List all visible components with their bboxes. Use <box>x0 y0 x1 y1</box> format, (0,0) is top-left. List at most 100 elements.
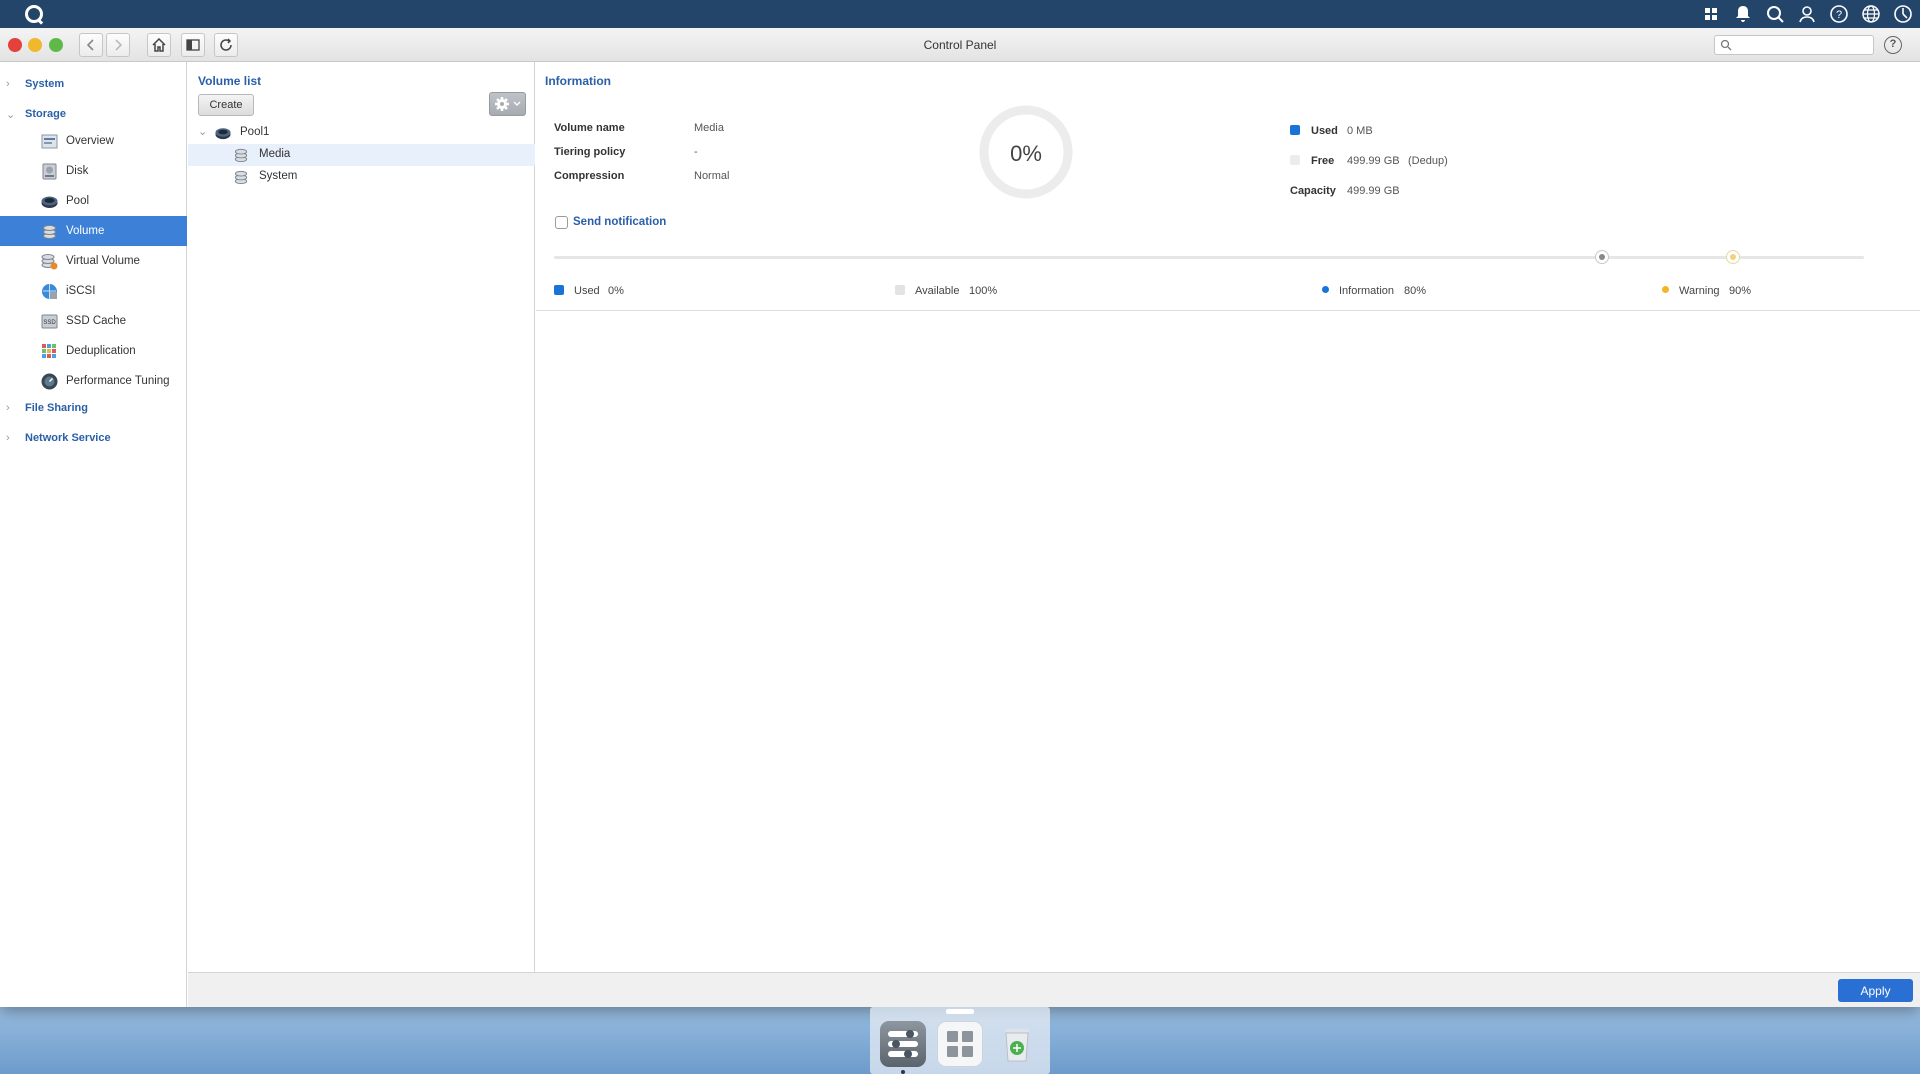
sidebar-section-label: Storage <box>25 108 66 120</box>
sidebar-item-ssd-cache[interactable]: SSD SSD Cache <box>0 306 187 336</box>
notification-bell-icon[interactable] <box>1732 3 1754 25</box>
chevron-down-icon[interactable]: ⌄ <box>198 125 207 138</box>
free-label: Free <box>1311 155 1335 167</box>
legend-information-dot <box>1322 286 1329 293</box>
dashboard-gauge-icon[interactable] <box>1892 3 1914 25</box>
tiering-policy-value: - <box>694 146 698 158</box>
sidebar-item-disk[interactable]: Disk <box>0 156 187 186</box>
virtual-volume-icon <box>41 254 58 270</box>
volume-list-panel: Volume list Create ⌄ Pool1 Media System <box>188 62 535 972</box>
sidebar-item-overview[interactable]: Overview <box>0 126 187 156</box>
tree-item-media[interactable]: Media <box>188 144 535 166</box>
send-notification-checkbox[interactable] <box>555 216 568 229</box>
create-button[interactable]: Create <box>198 94 254 116</box>
help-icon[interactable]: ? <box>1828 3 1850 25</box>
help-button[interactable]: ? <box>1884 36 1902 54</box>
apps-grid-icon[interactable] <box>1700 3 1722 25</box>
compression-label: Compression <box>554 170 625 182</box>
sidebar-section-label: Network Service <box>25 432 111 444</box>
legend-available-label: Available <box>915 285 960 297</box>
performance-tuning-icon <box>41 373 58 390</box>
sidebar-section-storage[interactable]: ⌄ Storage <box>0 102 187 126</box>
volume-list-title: Volume list <box>198 74 262 88</box>
language-globe-icon[interactable] <box>1860 3 1882 25</box>
sidebar-item-performance-tuning[interactable]: Performance Tuning <box>0 366 187 396</box>
legend-available-swatch <box>895 285 905 295</box>
tree-label: Media <box>259 148 291 160</box>
dock-control-panel-icon[interactable] <box>880 1021 926 1067</box>
sidebar-item-label: Disk <box>66 165 89 177</box>
information-panel: Information Volume name Media Tiering po… <box>536 62 1920 972</box>
ssd-cache-icon: SSD <box>41 314 58 329</box>
window-titlebar: Control Panel ? <box>0 28 1920 62</box>
volume-icon <box>43 225 56 239</box>
manage-gear-dropdown[interactable] <box>489 92 526 116</box>
sidebar-item-virtual-volume[interactable]: Virtual Volume <box>0 246 187 276</box>
sidebar-item-iscsi[interactable]: iSCSI <box>0 276 187 306</box>
free-swatch <box>1290 155 1300 165</box>
apps-grid-icon <box>947 1031 973 1057</box>
tree-label: Pool1 <box>240 126 270 138</box>
volume-icon <box>234 148 248 163</box>
control-panel-icon <box>888 1030 918 1058</box>
gear-icon <box>495 97 509 111</box>
information-threshold-handle[interactable] <box>1595 250 1609 264</box>
capacity-label: Capacity <box>1290 185 1336 197</box>
overview-icon <box>41 134 58 149</box>
search-icon[interactable] <box>1764 3 1786 25</box>
user-icon[interactable] <box>1796 3 1818 25</box>
window-title: Control Panel <box>923 38 997 52</box>
sidebar-item-label: Deduplication <box>66 345 136 357</box>
volume-name-label: Volume name <box>554 122 625 134</box>
sidebar-item-deduplication[interactable]: Deduplication <box>0 336 187 366</box>
volume-name-value: Media <box>694 122 724 134</box>
sidebar-item-label: Virtual Volume <box>66 255 140 267</box>
free-dedup-note: (Dedup) <box>1408 155 1448 167</box>
pool-icon <box>41 196 58 208</box>
legend-used-swatch <box>554 285 564 295</box>
chevron-right-icon: › <box>6 432 10 444</box>
capacity-value: 499.99 GB <box>1347 185 1400 197</box>
recycle-bin-icon <box>1005 1029 1029 1062</box>
chevron-down-icon <box>513 101 521 106</box>
svg-text:?: ? <box>1836 9 1842 21</box>
section-divider <box>536 310 1920 311</box>
dock-recycle-bin-icon[interactable] <box>994 1021 1040 1067</box>
sidebar-item-volume[interactable]: Volume <box>0 216 187 246</box>
send-notification-label[interactable]: Send notification <box>573 216 666 228</box>
dock-main-menu-icon[interactable] <box>937 1021 983 1067</box>
legend-used-label: Used <box>574 285 600 297</box>
taskbar-dock <box>870 1007 1050 1074</box>
usage-percent-label: 0% <box>1010 141 1042 166</box>
sidebar-section-file-sharing[interactable]: › File Sharing <box>0 396 187 420</box>
sidebar-item-label: Performance Tuning <box>66 375 170 387</box>
footer-bar: Apply <box>188 972 1920 1007</box>
information-title: Information <box>545 74 611 88</box>
dock-handle[interactable] <box>946 1009 974 1014</box>
sidebar-item-label: Pool <box>66 195 90 207</box>
tree-item-system[interactable]: System <box>188 166 535 188</box>
sidebar-section-network-service[interactable]: › Network Service <box>0 426 187 450</box>
apply-button[interactable]: Apply <box>1838 979 1913 1002</box>
sidebar-item-label: SSD Cache <box>66 315 127 327</box>
tree-label: System <box>259 170 298 182</box>
iscsi-icon <box>42 284 57 299</box>
sidebar-section-system[interactable]: › System <box>0 72 187 96</box>
legend-available-value: 100% <box>969 285 998 297</box>
tree-item-pool1[interactable]: ⌄ Pool1 <box>188 122 535 144</box>
sidebar-item-label: Volume <box>66 225 105 237</box>
dock-running-indicator <box>901 1070 905 1074</box>
sidebar: › System ⌄ Storage Overview Disk Pool Volu… <box>0 62 187 1007</box>
legend-information-label: Information <box>1339 285 1395 297</box>
control-panel-window: Control Panel ? › System ⌄ Storage Overvie… <box>0 28 1920 1007</box>
warning-threshold-handle[interactable] <box>1726 250 1740 264</box>
compression-value: Normal <box>694 170 730 182</box>
search-input[interactable] <box>1714 35 1874 55</box>
threshold-slider-track <box>554 256 1864 259</box>
used-swatch <box>1290 125 1300 135</box>
qts-logo-icon[interactable] <box>25 5 43 23</box>
sidebar-item-pool[interactable]: Pool <box>0 186 187 216</box>
svg-text:SSD: SSD <box>43 320 56 326</box>
sidebar-item-label: iSCSI <box>66 285 96 297</box>
legend-used-value: 0% <box>608 285 624 297</box>
